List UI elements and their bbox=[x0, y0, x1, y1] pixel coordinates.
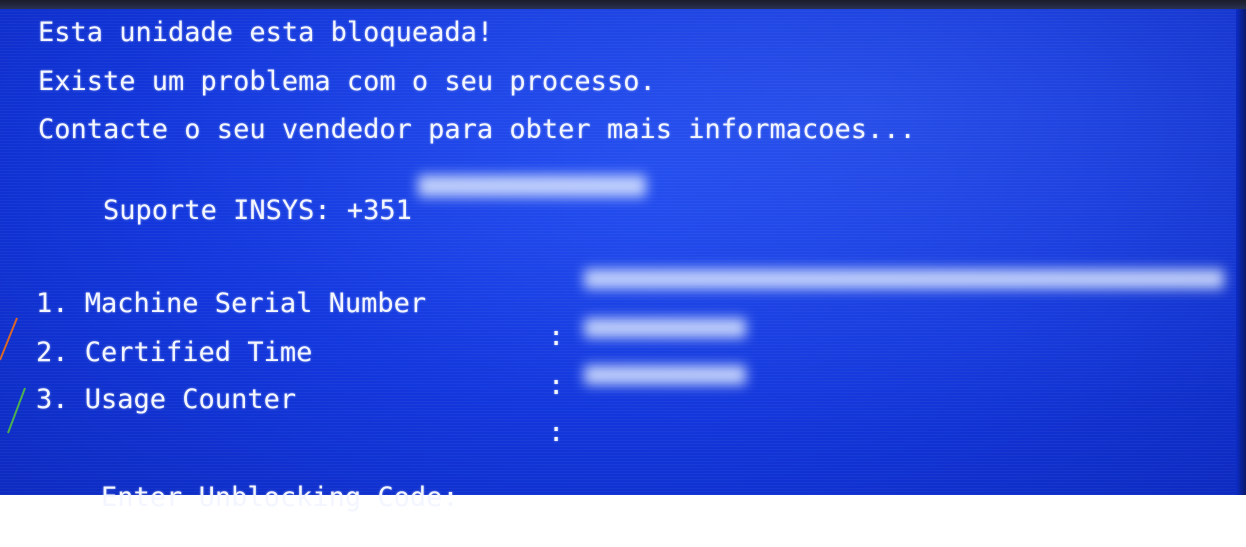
text-cursor bbox=[464, 502, 483, 506]
monitor-bezel bbox=[0, 0, 1246, 9]
field-separator: : bbox=[548, 370, 565, 401]
unblock-prompt-label: Enter Unblocking Code: bbox=[101, 482, 459, 513]
support-phone-redacted bbox=[418, 175, 646, 197]
field-separator: : bbox=[548, 417, 565, 448]
certified-time-redacted bbox=[584, 318, 746, 338]
contact-message: Contacte o seu vendedor para obter mais … bbox=[38, 114, 916, 145]
monitor-edge bbox=[1236, 9, 1246, 495]
field-separator: : bbox=[548, 321, 565, 352]
lock-screen: Esta unidade esta bloqueada! Existe um p… bbox=[0, 9, 1236, 513]
serial-value-redacted bbox=[584, 269, 1224, 289]
field-label-usage-counter: 3. Usage Counter bbox=[36, 384, 297, 415]
usage-counter-redacted bbox=[584, 365, 746, 385]
support-label: Suporte INSYS: +351 bbox=[103, 195, 412, 226]
lock-title: Esta unidade esta bloqueada! bbox=[38, 17, 494, 48]
support-line: Suporte INSYS: +351 bbox=[38, 161, 412, 260]
problem-message: Existe um problema com o seu processo. bbox=[38, 66, 656, 97]
unblock-prompt[interactable]: Enter Unblocking Code: bbox=[36, 448, 483, 547]
